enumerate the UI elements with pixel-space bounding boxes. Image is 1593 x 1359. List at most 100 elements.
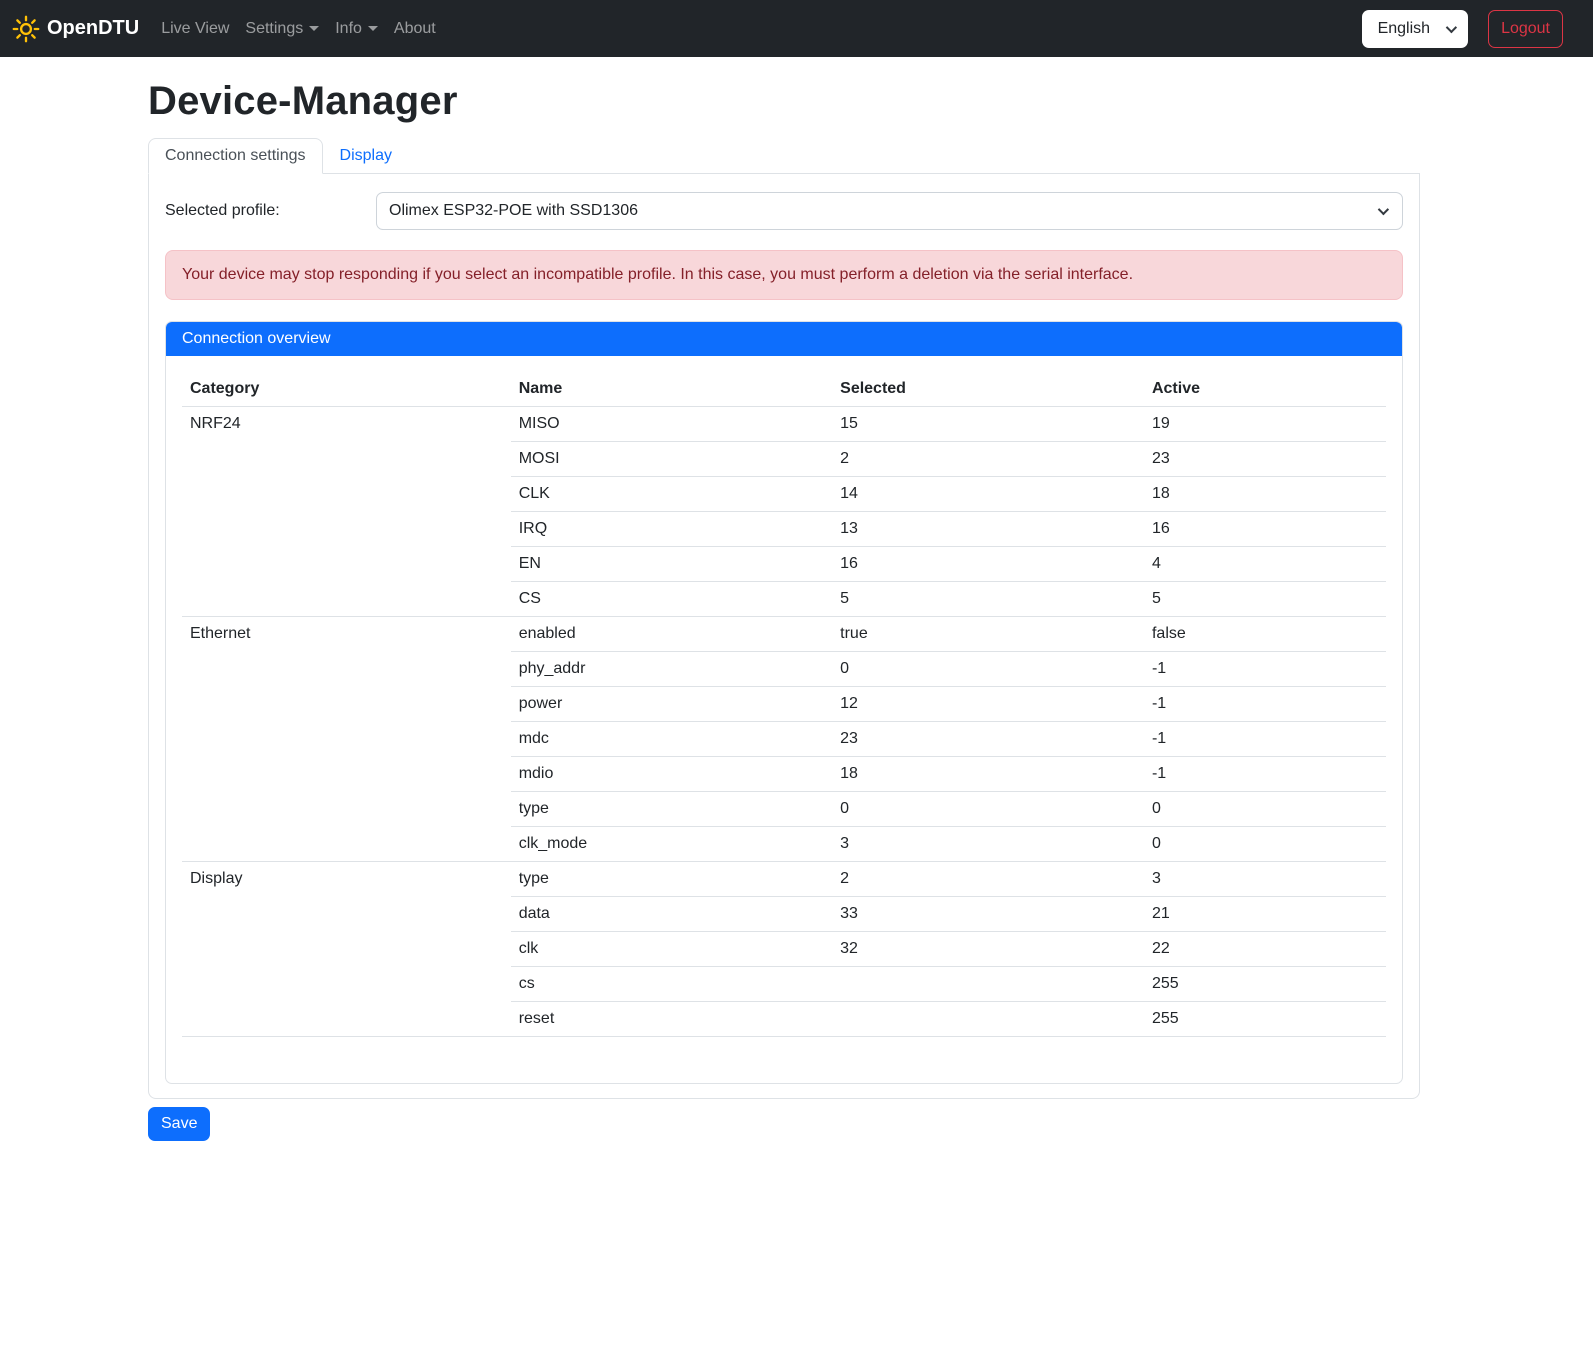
nav-item-about[interactable]: About	[386, 12, 444, 46]
active-cell: 3	[1144, 862, 1386, 897]
active-cell: 23	[1144, 442, 1386, 477]
connection-overview-card: Connection overview Category Name Select…	[165, 321, 1403, 1084]
profile-select-value: Olimex ESP32-POE with SSD1306	[389, 202, 638, 220]
category-cell: Ethernet	[182, 617, 511, 862]
name-cell: enabled	[511, 617, 832, 652]
name-cell: type	[511, 792, 832, 827]
card-body: Category Name Selected Active NRF24MISO1…	[166, 356, 1402, 1083]
active-cell: -1	[1144, 722, 1386, 757]
brand-link[interactable]: OpenDTU	[12, 15, 139, 43]
selected-cell: 0	[832, 652, 1144, 687]
profile-select[interactable]: Olimex ESP32-POE with SSD1306	[376, 192, 1403, 230]
language-select-value: English	[1378, 20, 1430, 38]
selected-profile-label: Selected profile:	[165, 202, 376, 220]
tab-bar: Connection settings Display	[148, 138, 1420, 174]
active-cell: -1	[1144, 687, 1386, 722]
tab-display[interactable]: Display	[323, 138, 409, 174]
caret-down-icon	[368, 26, 378, 31]
chevron-down-icon	[1378, 204, 1389, 215]
table-row: NRF24MISO1519	[182, 407, 1386, 442]
active-cell: -1	[1144, 652, 1386, 687]
name-cell: MOSI	[511, 442, 832, 477]
name-cell: clk	[511, 932, 832, 967]
active-cell: 4	[1144, 547, 1386, 582]
save-button[interactable]: Save	[148, 1107, 210, 1141]
selected-cell: 5	[832, 582, 1144, 617]
nav-links: Live View Settings Info About	[153, 12, 444, 46]
active-cell: false	[1144, 617, 1386, 652]
language-select[interactable]: English	[1362, 10, 1468, 48]
name-cell: phy_addr	[511, 652, 832, 687]
column-header-category: Category	[182, 372, 511, 407]
selected-cell: 0	[832, 792, 1144, 827]
chevron-down-icon	[1446, 21, 1457, 32]
name-cell: data	[511, 897, 832, 932]
column-header-active: Active	[1144, 372, 1386, 407]
nav-item-settings[interactable]: Settings	[237, 12, 327, 46]
selected-cell: 15	[832, 407, 1144, 442]
active-cell: 5	[1144, 582, 1386, 617]
name-cell: CS	[511, 582, 832, 617]
warning-alert: Your device may stop responding if you s…	[165, 250, 1403, 300]
category-cell: NRF24	[182, 407, 511, 617]
name-cell: IRQ	[511, 512, 832, 547]
card-header: Connection overview	[166, 322, 1402, 356]
name-cell: cs	[511, 967, 832, 1002]
selected-cell: 2	[832, 442, 1144, 477]
nav-item-label: Settings	[245, 20, 303, 38]
name-cell: mdc	[511, 722, 832, 757]
selected-cell: 2	[832, 862, 1144, 897]
caret-down-icon	[309, 26, 319, 31]
active-cell: 255	[1144, 1002, 1386, 1037]
selected-cell: 12	[832, 687, 1144, 722]
nav-item-label: Live View	[161, 20, 229, 38]
sun-logo-icon	[12, 15, 40, 43]
table-row: Displaytype23	[182, 862, 1386, 897]
active-cell: 19	[1144, 407, 1386, 442]
tab-connection-settings[interactable]: Connection settings	[148, 138, 323, 174]
nav-item-label: Info	[335, 20, 362, 38]
tab-content: Selected profile: Olimex ESP32-POE with …	[148, 174, 1420, 1099]
name-cell: CLK	[511, 477, 832, 512]
active-cell: 0	[1144, 792, 1386, 827]
nav-item-live-view[interactable]: Live View	[153, 12, 237, 46]
active-cell: 16	[1144, 512, 1386, 547]
connection-table-body: NRF24MISO1519MOSI223CLK1418IRQ1316EN164C…	[182, 407, 1386, 1037]
selected-cell: 32	[832, 932, 1144, 967]
column-header-name: Name	[511, 372, 832, 407]
selected-cell: 14	[832, 477, 1144, 512]
selected-cell: 13	[832, 512, 1144, 547]
name-cell: reset	[511, 1002, 832, 1037]
connection-table: Category Name Selected Active NRF24MISO1…	[182, 372, 1386, 1037]
selected-cell: 18	[832, 757, 1144, 792]
active-cell: 22	[1144, 932, 1386, 967]
table-header-row: Category Name Selected Active	[182, 372, 1386, 407]
name-cell: MISO	[511, 407, 832, 442]
selected-cell: 33	[832, 897, 1144, 932]
selected-cell: 16	[832, 547, 1144, 582]
category-cell: Display	[182, 862, 511, 1037]
selected-cell: 3	[832, 827, 1144, 862]
name-cell: EN	[511, 547, 832, 582]
column-header-selected: Selected	[832, 372, 1144, 407]
selected-cell	[832, 1002, 1144, 1037]
navbar-right: English Logout	[1362, 10, 1563, 48]
selected-cell: 23	[832, 722, 1144, 757]
main-content: Device-Manager Connection settings Displ…	[148, 57, 1420, 1141]
nav-item-label: About	[394, 20, 436, 38]
logout-button[interactable]: Logout	[1488, 10, 1563, 48]
selected-cell	[832, 967, 1144, 1002]
active-cell: 18	[1144, 477, 1386, 512]
selected-cell: true	[832, 617, 1144, 652]
navbar: OpenDTU Live View Settings Info About En…	[0, 0, 1593, 57]
name-cell: type	[511, 862, 832, 897]
page-title: Device-Manager	[148, 79, 1420, 124]
table-row: Ethernetenabledtruefalse	[182, 617, 1386, 652]
active-cell: -1	[1144, 757, 1386, 792]
name-cell: clk_mode	[511, 827, 832, 862]
nav-item-info[interactable]: Info	[327, 12, 386, 46]
name-cell: power	[511, 687, 832, 722]
active-cell: 255	[1144, 967, 1386, 1002]
active-cell: 0	[1144, 827, 1386, 862]
brand-label: OpenDTU	[47, 17, 139, 40]
